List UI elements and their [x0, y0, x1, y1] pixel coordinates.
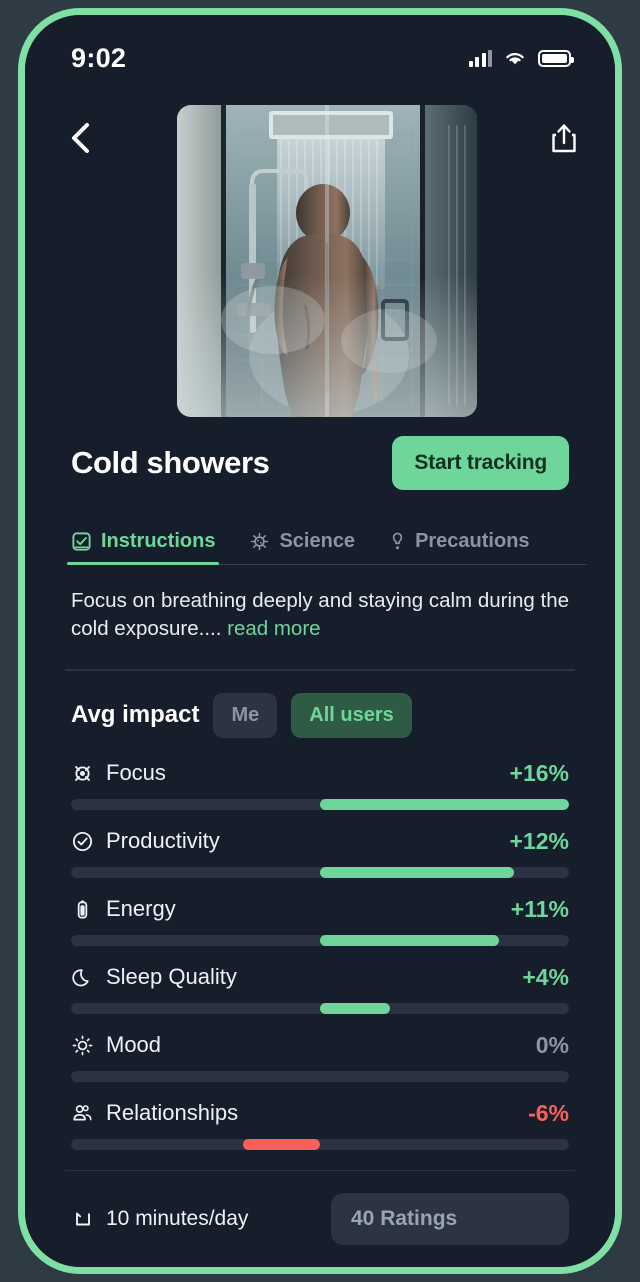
metric-bar-track — [71, 798, 569, 810]
read-more-link[interactable]: read more — [227, 617, 320, 640]
battery-icon — [77, 900, 88, 919]
metric-row-sleep-quality: Sleep Quality +4% — [71, 964, 569, 1014]
metric-row-mood: Mood 0% — [71, 1032, 569, 1082]
metric-bar-fill — [320, 1002, 390, 1014]
tab-science-label: Science — [279, 530, 356, 552]
page-title: Cold showers — [71, 445, 270, 480]
duration-label: 10 minutes/day — [106, 1207, 249, 1231]
duration-info: 10 minutes/day — [71, 1207, 248, 1231]
battery-icon — [538, 49, 574, 67]
phone-screen: 9:02 Cold showers Start tracking Instruc… — [25, 15, 615, 1267]
checklist-icon — [72, 532, 91, 551]
status-time: 9:02 — [71, 42, 127, 73]
scope-me-button[interactable]: Me — [213, 692, 278, 738]
alert-icon — [392, 532, 403, 550]
target-icon — [75, 765, 90, 781]
metric-row-focus: Focus +16% — [71, 760, 569, 810]
metric-value: +11% — [510, 895, 569, 922]
title-row: Cold showers Start tracking — [25, 417, 615, 509]
hero-image — [177, 105, 477, 417]
chevron-left-icon — [72, 123, 89, 153]
moon-icon — [72, 969, 89, 986]
cellular-signal-icon — [468, 49, 492, 67]
metric-value: +12% — [509, 827, 569, 854]
tab-instructions-label: Instructions — [101, 530, 216, 552]
tab-precautions[interactable]: Precautions — [389, 530, 530, 565]
status-bar: 9:02 — [25, 15, 615, 87]
hero-section — [25, 87, 615, 417]
sun-icon — [72, 1035, 93, 1056]
phone-frame: 9:02 Cold showers Start tracking Instruc… — [18, 8, 622, 1274]
metric-label: Energy — [106, 896, 176, 922]
start-tracking-button[interactable]: Start tracking — [392, 436, 569, 490]
metric-bar-track — [71, 1070, 569, 1082]
tab-instructions[interactable]: Instructions — [66, 530, 220, 565]
metric-row-energy: Energy +11% — [71, 896, 569, 946]
metric-bar-track — [71, 1138, 569, 1150]
metric-bar-fill — [242, 1138, 320, 1150]
tab-precautions-label: Precautions — [415, 530, 530, 552]
metric-label: Focus — [106, 760, 166, 786]
metric-bar-track — [71, 1002, 569, 1014]
metric-bar-track — [71, 866, 569, 878]
check-circle-icon — [72, 831, 93, 851]
metric-row-relationships: Relationships -6% — [71, 1100, 569, 1150]
people-icon — [73, 1104, 92, 1121]
status-icons — [468, 49, 574, 67]
metric-bar-fill — [320, 934, 500, 946]
metric-label: Relationships — [106, 1100, 239, 1126]
metric-label: Mood — [106, 1032, 162, 1058]
metric-label: Sleep Quality — [106, 964, 237, 990]
metric-value: +4% — [522, 963, 569, 990]
metric-row-productivity: Productivity +12% — [71, 828, 569, 878]
metric-value: -6% — [528, 1099, 569, 1126]
tab-science[interactable]: Science — [249, 530, 355, 565]
metric-bar-fill — [320, 866, 515, 878]
metric-bar-fill — [320, 798, 569, 810]
impact-title: Avg impact — [71, 701, 200, 729]
metric-value: +16% — [509, 759, 569, 786]
impact-metrics-list: Focus +16% Productivity +12% Energy +11%… — [25, 738, 615, 1150]
description-text: Focus on breathing deeply and staying ca… — [25, 565, 615, 643]
ratings-button[interactable]: 40 Ratings — [331, 1193, 569, 1246]
clock-icon — [76, 1212, 90, 1226]
wifi-icon — [506, 53, 524, 65]
metric-bar-track — [71, 934, 569, 946]
back-button[interactable] — [57, 115, 103, 161]
detail-content: Cold showers Start tracking Instructions — [25, 417, 615, 1267]
tab-bar: Instructions Science Precautions — [25, 509, 615, 565]
impact-header: Avg impact Me All users — [25, 671, 615, 738]
share-icon — [552, 124, 576, 153]
metric-label: Productivity — [106, 828, 220, 854]
footer-row: 10 minutes/day 40 Ratings — [25, 1171, 615, 1246]
share-button[interactable] — [541, 115, 587, 161]
scope-all-users-button[interactable]: All users — [291, 692, 412, 738]
metric-value: 0% — [535, 1031, 569, 1058]
screenshot-stage: 9:02 Cold showers Start tracking Instruc… — [0, 0, 640, 1282]
microbe-icon — [251, 532, 269, 551]
